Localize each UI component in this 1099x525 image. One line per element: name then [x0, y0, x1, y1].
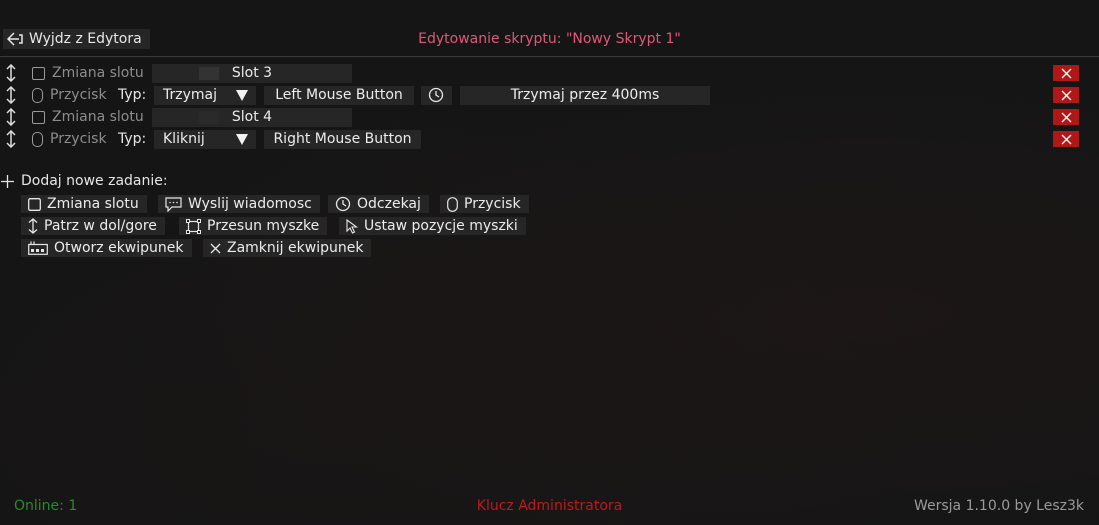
add-mouse-button-button[interactable]: Przycisk: [440, 195, 529, 213]
dropdown-arrow-icon: [236, 134, 248, 145]
add-slot-change-button[interactable]: Zmiana slotu: [21, 195, 147, 213]
cursor-icon: [346, 218, 358, 234]
type-select[interactable]: Trzymaj: [154, 86, 256, 105]
hold-duration-value: Trzymaj przez 400ms: [510, 87, 660, 103]
drag-handle-icon[interactable]: [5, 108, 17, 126]
chat-icon: [165, 196, 182, 212]
add-button-label: Przesun myszke: [207, 218, 320, 234]
slot-value: Slot 3: [231, 65, 273, 81]
add-button-label: Wyslij wiadomosc: [188, 196, 312, 212]
add-button-label: Przycisk: [464, 196, 521, 212]
task-row: Zmiana slotu Slot 3: [0, 63, 1099, 83]
delete-button[interactable]: [1053, 65, 1079, 81]
delete-button[interactable]: [1053, 131, 1079, 147]
checkbox-icon: [32, 111, 45, 124]
task-row: Zmiana slotu Slot 4: [0, 107, 1099, 127]
add-button-label: Zamknij ekwipunek: [227, 240, 364, 256]
add-button-label: Ustaw pozycje myszki: [364, 218, 518, 234]
plus-icon: [1, 174, 14, 188]
mouse-button-field[interactable]: Left Mouse Button: [264, 86, 414, 105]
top-bar: [0, 0, 1099, 57]
add-button-label: Zmiana slotu: [47, 196, 139, 212]
updown-arrow-icon: [28, 218, 38, 234]
close-icon: [1061, 112, 1071, 122]
checkbox-icon: [32, 67, 45, 80]
mouse-icon: [447, 196, 458, 212]
add-look-updown-button[interactable]: Patrz w dol/gore: [21, 217, 165, 235]
close-icon: [1061, 68, 1071, 78]
add-task-title: Dodaj nowe zadanie:: [21, 173, 168, 189]
hold-toggle-button[interactable]: [421, 86, 452, 105]
delete-button[interactable]: [1053, 109, 1079, 125]
drag-handle-icon[interactable]: [5, 130, 17, 148]
mouse-button-value: Right Mouse Button: [273, 131, 412, 147]
type-select-value: Trzymaj: [163, 87, 217, 103]
task-row: Przycisk Typ: Trzymaj Left Mouse Button …: [0, 85, 1099, 105]
add-close-inventory-button[interactable]: Zamknij ekwipunek: [203, 239, 372, 257]
slot-field[interactable]: Slot 4: [152, 108, 352, 127]
mouse-icon: [32, 132, 43, 147]
clock-icon: [428, 87, 444, 103]
type-label: Typ:: [118, 87, 147, 103]
add-move-mouse-button[interactable]: Przesun myszke: [179, 217, 328, 235]
mouse-button-value: Left Mouse Button: [275, 87, 403, 103]
task-row: Przycisk Typ: Kliknij Right Mouse Button: [0, 129, 1099, 149]
slot-value: Slot 4: [231, 109, 273, 125]
close-icon: [1061, 90, 1071, 100]
task-type-label: Zmiana slotu: [52, 109, 144, 125]
mouse-button-field[interactable]: Right Mouse Button: [264, 130, 421, 149]
move-selection-icon: [186, 218, 201, 234]
clock-icon: [335, 196, 351, 212]
task-type-label: Przycisk: [50, 131, 107, 147]
task-type-label: Przycisk: [50, 87, 107, 103]
add-button-label: Otworz ekwipunek: [54, 240, 184, 256]
add-wait-button[interactable]: Odczekaj: [328, 195, 429, 213]
close-icon: [210, 243, 221, 253]
add-set-mouse-position-button[interactable]: Ustaw pozycje myszki: [339, 217, 526, 235]
add-task-header: Dodaj nowe zadanie:: [1, 173, 168, 189]
version-label: Wersja 1.10.0 by Lesz3k: [913, 498, 1084, 514]
type-label: Typ:: [118, 131, 147, 147]
close-icon: [1061, 134, 1071, 144]
page-title: Edytowanie skryptu: "Nowy Skrypt 1": [418, 31, 681, 47]
drag-handle-icon[interactable]: [5, 86, 17, 104]
dropdown-arrow-icon: [236, 90, 248, 101]
add-button-label: Patrz w dol/gore: [44, 218, 157, 234]
task-type-label: Zmiana slotu: [52, 65, 144, 81]
slot-field[interactable]: Slot 3: [152, 64, 352, 83]
inventory-icon: [28, 241, 48, 255]
mouse-icon: [32, 88, 43, 103]
delete-button[interactable]: [1053, 87, 1079, 103]
add-send-message-button[interactable]: Wyslij wiadomosc: [158, 195, 320, 213]
type-select-value: Kliknij: [163, 131, 205, 147]
hold-duration-field[interactable]: Trzymaj przez 400ms: [460, 86, 710, 105]
add-button-label: Odczekaj: [357, 196, 421, 212]
add-open-inventory-button[interactable]: Otworz ekwipunek: [21, 239, 192, 257]
checkbox-icon: [28, 197, 41, 211]
type-select[interactable]: Kliknij: [154, 130, 256, 149]
drag-handle-icon[interactable]: [5, 64, 17, 82]
